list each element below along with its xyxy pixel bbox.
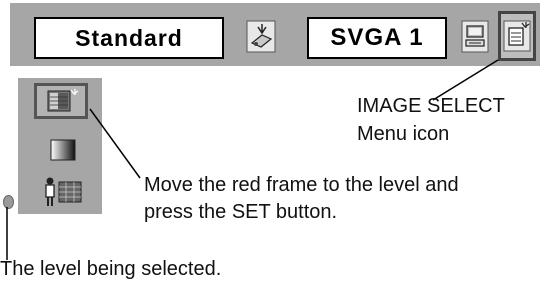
move-frame-label: Move the red frame to the level and xyxy=(144,174,459,196)
callout-line-move-frame xyxy=(89,108,141,179)
set-button-label: press the SET button. xyxy=(144,201,338,223)
callout-lines xyxy=(6,59,499,260)
menu-icon-label: Menu icon xyxy=(357,123,450,145)
image-select-label: IMAGE SELECT xyxy=(357,95,505,117)
level-selected-label: The level being selected. xyxy=(0,258,222,280)
